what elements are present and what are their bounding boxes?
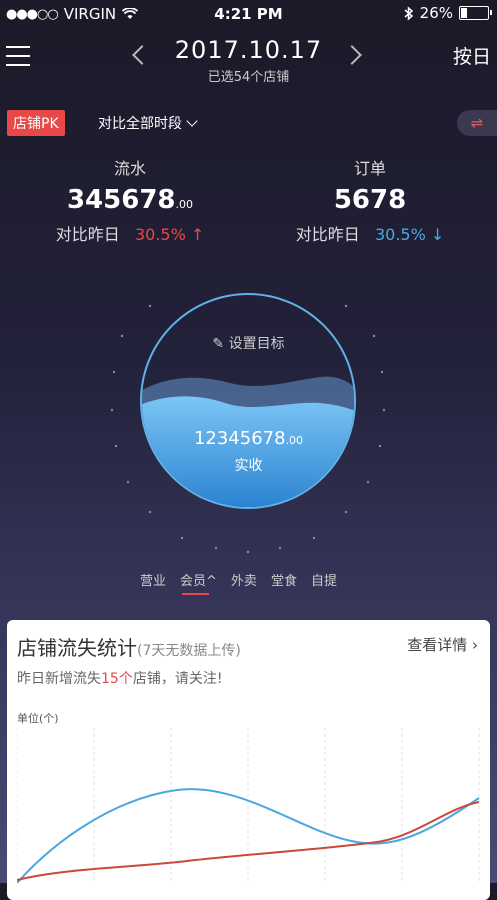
tab-2[interactable]: 外卖 xyxy=(231,570,257,589)
tab-4[interactable]: 自提 xyxy=(311,570,337,589)
card-title: 店铺流失统计(7天无数据上传) xyxy=(17,636,241,660)
tab-3[interactable]: 堂食 xyxy=(271,570,297,589)
churn-alert: 昨日新增流失15个店铺，请关注! xyxy=(17,671,223,687)
category-tabs: 营业 会员^ 外卖 堂食 自提 xyxy=(140,570,337,595)
actual-revenue-value: 12345678.00 xyxy=(193,428,304,449)
orders-compare: 对比昨日 30.5% ↓ xyxy=(295,225,445,244)
set-goal-button[interactable]: ✎ 设置目标 xyxy=(0,333,497,353)
set-goal-label: 设置目标 xyxy=(228,336,285,352)
arrow-down-icon: ↓ xyxy=(430,225,445,244)
bluetooth-icon xyxy=(404,5,413,21)
status-bar: ●●●○○ VIRGIN 4:21 PM 26% xyxy=(0,0,497,28)
goal-gauge[interactable] xyxy=(140,293,356,509)
date-title[interactable]: 2017.10.17 xyxy=(0,36,497,64)
card-note: (7天无数据上传) xyxy=(137,643,241,659)
chevron-down-icon xyxy=(186,115,198,127)
revenue-compare: 对比昨日 30.5% ↑ xyxy=(55,225,205,244)
battery-icon xyxy=(459,6,492,20)
tab-0[interactable]: 营业 xyxy=(140,570,166,589)
actual-revenue-label: 实收 xyxy=(234,458,263,474)
by-day-button[interactable]: 按日 xyxy=(453,42,491,69)
view-details-link[interactable]: 查看详情 › xyxy=(407,634,478,655)
selected-stores-label: 已选54个店铺 xyxy=(207,70,290,85)
battery-percent: 26% xyxy=(419,4,453,22)
unit-label: 单位(个) xyxy=(17,712,59,725)
orders-change: 30.5% xyxy=(374,225,426,244)
arrow-up-icon: ↑ xyxy=(190,225,205,244)
store-churn-card: 店铺流失统计(7天无数据上传) 查看详情 › 昨日新增流失15个店铺，请关注! … xyxy=(7,620,490,900)
compare-period-dropdown[interactable]: 对比全部时段 xyxy=(98,113,198,133)
orders-label: 订单 xyxy=(353,159,386,178)
tab-1[interactable]: 会员^ xyxy=(180,570,217,595)
revenue-metric: 流水 345678.00 对比昨日 30.5% ↑ xyxy=(30,155,230,245)
store-pk-button[interactable]: 店铺PK xyxy=(7,110,65,136)
top-nav: 2017.10.17 已选54个店铺 按日 xyxy=(0,30,497,90)
revenue-label: 流水 xyxy=(113,159,146,178)
compare-period-label: 对比全部时段 xyxy=(98,116,182,132)
revenue-value: 345678.00 xyxy=(66,185,194,215)
orders-value: 5678 xyxy=(333,185,407,215)
churn-count: 15个 xyxy=(101,671,133,687)
churn-chart xyxy=(17,728,480,883)
revenue-change: 30.5% xyxy=(134,225,186,244)
pencil-icon: ✎ xyxy=(212,336,225,352)
swap-icon[interactable]: ⇌ xyxy=(457,110,497,136)
orders-metric: 订单 5678 对比昨日 30.5% ↓ xyxy=(270,155,470,245)
